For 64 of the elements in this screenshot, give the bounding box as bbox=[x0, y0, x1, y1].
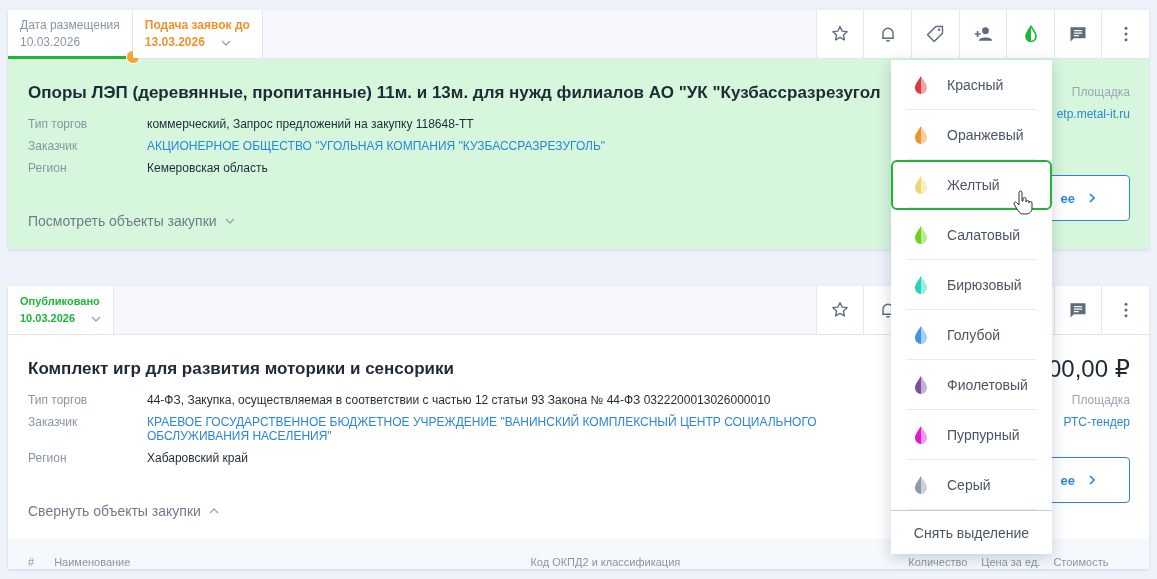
clear-selection-button[interactable]: Снять выделение bbox=[891, 510, 1052, 554]
platform-label: Площадка bbox=[1071, 85, 1130, 99]
field-value: коммерческий, Запрос предложений на закупку 118648-ТТ bbox=[147, 117, 474, 131]
date-tab[interactable]: Опубликовано 10.03.2026 bbox=[8, 286, 115, 334]
tender-title: Опоры ЛЭП (деревянные, пропитанные) 11м. и 13м. для нужд филиалов АО "УК "Кузбассразрезугол bbox=[28, 82, 882, 104]
date-label: Опубликовано bbox=[20, 294, 101, 309]
field-value: 44-ФЗ, Закупка, осуществляемая в соответствии с частью 12 статьи 93 Закона № 44-ФЗ 0322200013026000010 bbox=[147, 393, 771, 407]
field-label: Заказчик bbox=[28, 139, 79, 153]
action-button[interactable] bbox=[815, 286, 864, 334]
action-button[interactable] bbox=[958, 10, 1007, 58]
platform-link[interactable]: etp.metal-it.ru bbox=[1056, 107, 1130, 121]
field-label: Тип торгов bbox=[28, 117, 89, 131]
color-option[interactable]: Пурпурный bbox=[891, 410, 1052, 460]
customer-link[interactable]: КРАЕВОЕ ГОСУДАРСТВЕННОЕ БЮДЖЕТНОЕ УЧРЕЖДЕНИЕ "ВАНИНСКИЙ КОМПЛЕКСНЫЙ ЦЕНТР СОЦИАЛЬНОГО ОБСЛУЖИВАНИЯ НАСЕЛЕНИЯ" bbox=[147, 415, 877, 443]
objects-toggle[interactable]: Посмотреть объекты закупки bbox=[28, 213, 235, 229]
platform-label: Площадка bbox=[1071, 393, 1130, 407]
star-icon[interactable] bbox=[830, 300, 851, 320]
field-value: Хабаровский край bbox=[147, 451, 248, 465]
objects-toggle[interactable]: Свернуть объекты закупки bbox=[28, 503, 219, 519]
action-button[interactable] bbox=[1053, 286, 1102, 334]
star-icon[interactable] bbox=[830, 24, 851, 44]
comment-icon[interactable] bbox=[1068, 24, 1089, 44]
tender-title: Комплект игр для развития моторики и сенсорики bbox=[28, 358, 455, 380]
chevron-icon bbox=[1089, 475, 1095, 485]
action-button[interactable] bbox=[911, 10, 959, 58]
action-button[interactable] bbox=[815, 10, 864, 58]
field-value: Кемеровская область bbox=[147, 161, 268, 175]
column-header: Количество bbox=[908, 556, 968, 569]
color-option[interactable]: Желтый bbox=[891, 160, 1052, 210]
color-option[interactable]: Фиолетовый bbox=[891, 360, 1052, 410]
column-header: # bbox=[28, 556, 35, 569]
action-button[interactable] bbox=[1006, 10, 1054, 58]
date-tab[interactable]: Подача заявок до 13.03.2026 bbox=[132, 10, 263, 58]
date-tab[interactable]: Дата размещения 10.03.2026 bbox=[8, 10, 133, 58]
field-label: Регион bbox=[28, 451, 68, 465]
color-option[interactable]: Красный bbox=[891, 60, 1052, 110]
color-option[interactable]: Голубой bbox=[891, 310, 1052, 360]
chevron-icon bbox=[220, 39, 231, 46]
column-header: Наименование bbox=[54, 556, 131, 569]
color-option[interactable]: Оранжевый bbox=[891, 110, 1052, 160]
chevron-icon bbox=[208, 508, 219, 514]
customer-link[interactable]: АКЦИОНЕРНОЕ ОБЩЕСТВО "УГОЛЬНАЯ КОМПАНИЯ "КУЗБАССРАЗРЕЗУГОЛЬ" bbox=[147, 139, 606, 153]
date-label: Подача заявок до bbox=[144, 17, 250, 34]
action-button[interactable] bbox=[1053, 10, 1102, 58]
date-value: 10.03.2026 bbox=[20, 34, 81, 51]
hand-cursor-icon bbox=[1011, 190, 1035, 216]
platform-link[interactable]: РТС-тендер bbox=[1063, 415, 1130, 429]
column-header: Цена за ед. bbox=[981, 556, 1041, 569]
date-value: 10.03.2026 bbox=[20, 311, 76, 326]
field-label: Тип торгов bbox=[28, 393, 89, 407]
chevron-icon bbox=[91, 315, 102, 322]
column-header: Код ОКПД2 и классификация bbox=[530, 556, 681, 569]
chevron-icon bbox=[224, 218, 235, 224]
field-label: Регион bbox=[28, 161, 68, 175]
color-option[interactable]: Бирюзовый bbox=[891, 260, 1052, 310]
action-button[interactable] bbox=[863, 10, 912, 58]
date-value: 13.03.2026 bbox=[144, 34, 205, 51]
comment-icon[interactable] bbox=[1068, 300, 1089, 320]
add-person-icon[interactable] bbox=[972, 24, 993, 44]
field-label: Заказчик bbox=[28, 415, 79, 431]
date-label: Дата размещения bbox=[20, 17, 120, 34]
column-header: Стоимость bbox=[1053, 556, 1109, 569]
tag-icon[interactable] bbox=[925, 24, 946, 44]
chevron-icon bbox=[1089, 193, 1095, 203]
